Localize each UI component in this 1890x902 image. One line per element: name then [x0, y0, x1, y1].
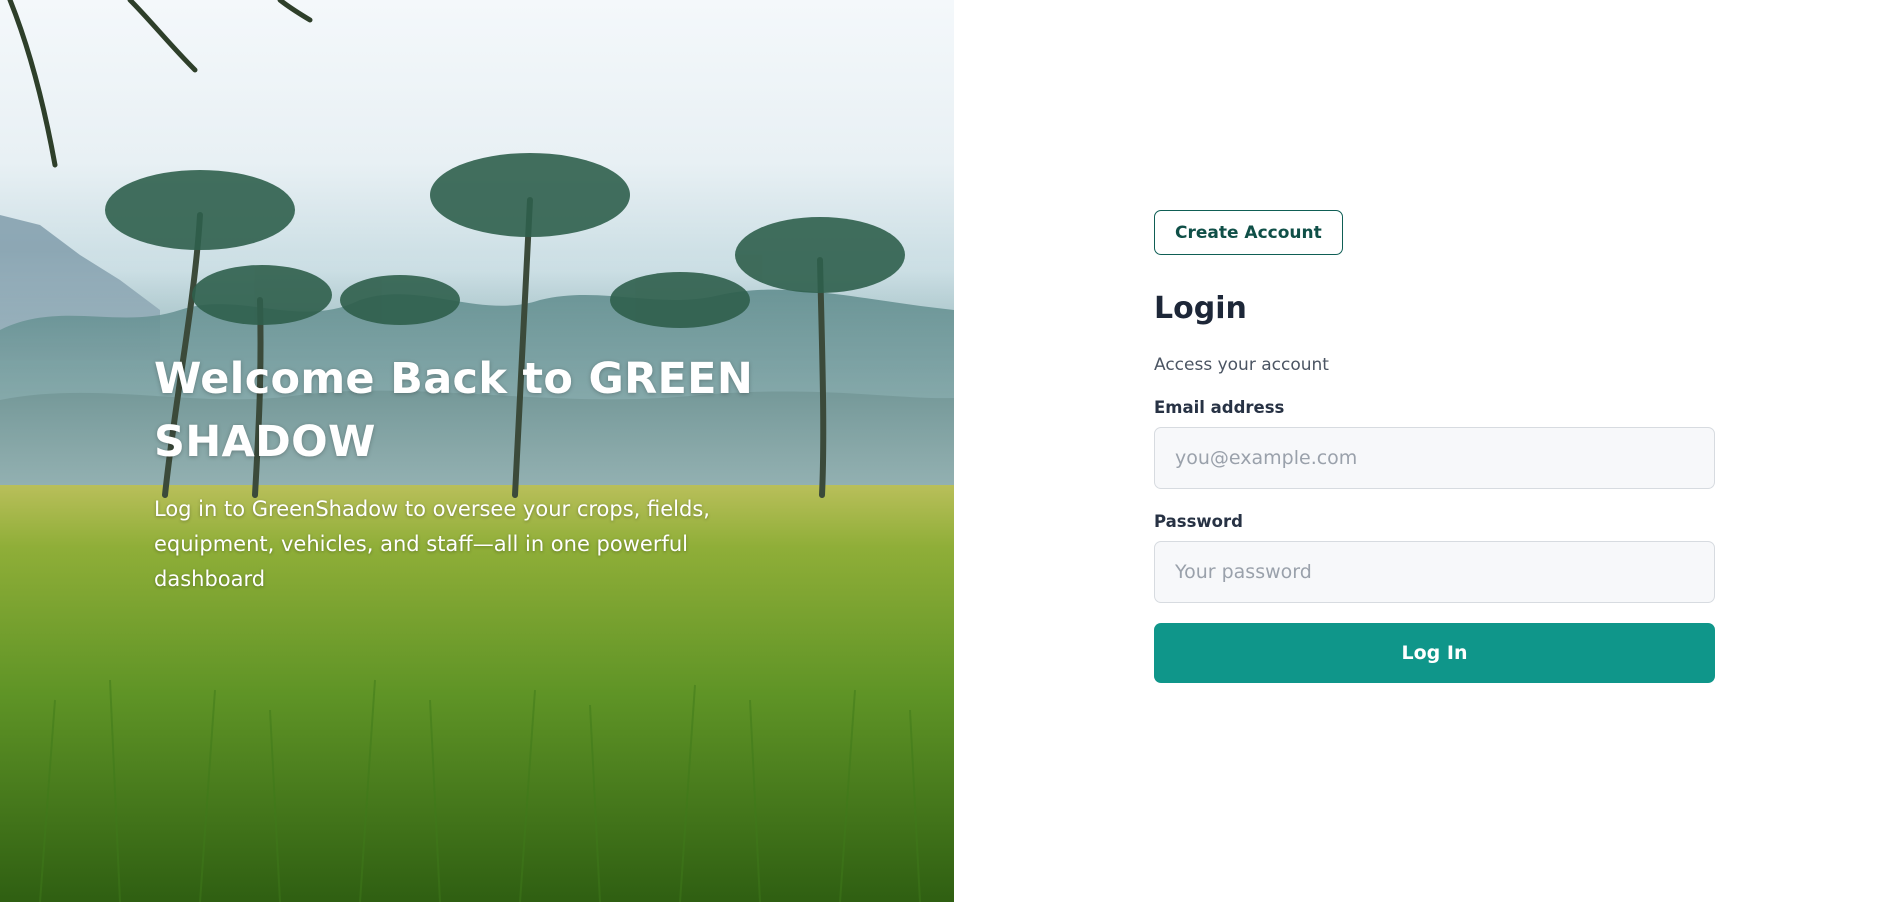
log-in-button[interactable]: Log In	[1154, 623, 1715, 683]
email-field[interactable]	[1154, 427, 1715, 489]
hero-subtitle-line1: Log in to GreenShadow to oversee your cr…	[154, 497, 710, 521]
hero-subtitle-line2: equipment, vehicles, and staff—all in on…	[154, 532, 689, 591]
hero-subtitle: Log in to GreenShadow to oversee your cr…	[154, 492, 794, 597]
login-form: Create Account Login Access your account…	[1154, 210, 1715, 683]
hero-title: Welcome Back to GREEN SHADOW	[154, 348, 794, 474]
hero-title-line1: Welcome Back to GREEN	[154, 354, 754, 404]
create-account-button[interactable]: Create Account	[1154, 210, 1343, 255]
login-page: Welcome Back to GREEN SHADOW Log in to G…	[0, 0, 1890, 902]
hero-title-line2: SHADOW	[154, 417, 376, 467]
password-label: Password	[1154, 512, 1243, 531]
login-panel: Create Account Login Access your account…	[954, 0, 1890, 902]
login-subtitle: Access your account	[1154, 355, 1329, 375]
password-field[interactable]	[1154, 541, 1715, 603]
email-label: Email address	[1154, 398, 1285, 417]
hero-panel: Welcome Back to GREEN SHADOW Log in to G…	[0, 0, 954, 902]
hero-text: Welcome Back to GREEN SHADOW Log in to G…	[154, 348, 794, 597]
login-title: Login	[1154, 291, 1247, 326]
